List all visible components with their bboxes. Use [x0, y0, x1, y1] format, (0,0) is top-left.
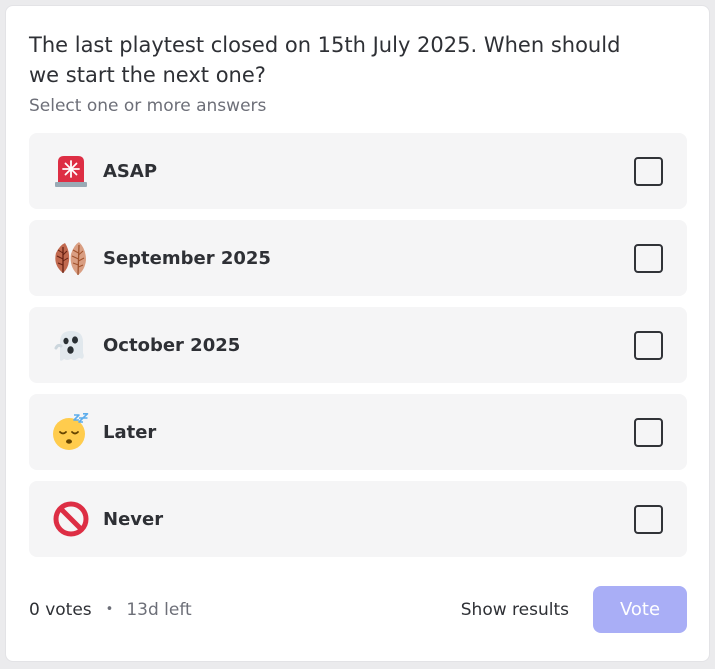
answer-checkbox[interactable]: [634, 418, 663, 447]
answer-october-2025[interactable]: October 2025: [29, 307, 687, 383]
answer-label: ASAP: [103, 160, 158, 182]
sleeping-face-icon: [52, 413, 90, 451]
separator-dot: •: [105, 602, 114, 617]
poll-answers: ASAP September 2025 October 2025 Later N…: [29, 133, 687, 568]
show-results-button[interactable]: Show results: [461, 600, 569, 620]
answer-later[interactable]: Later: [29, 394, 687, 470]
vote-button[interactable]: Vote: [593, 586, 687, 633]
time-left: 13d left: [126, 599, 192, 620]
answer-label: September 2025: [103, 247, 271, 269]
answer-september-2025[interactable]: September 2025: [29, 220, 687, 296]
answer-checkbox[interactable]: [634, 505, 663, 534]
vote-count: 0 votes: [29, 599, 92, 620]
answer-label: Never: [103, 508, 164, 530]
answer-asap[interactable]: ASAP: [29, 133, 687, 209]
answer-never[interactable]: Never: [29, 481, 687, 557]
poll-footer: 0 votes • 13d left Show results Vote: [29, 586, 687, 633]
police-siren-icon: [52, 152, 90, 190]
answer-checkbox[interactable]: [634, 244, 663, 273]
poll-subtitle: Select one or more answers: [29, 96, 267, 116]
poll-question: The last playtest closed on 15th July 20…: [29, 33, 621, 87]
prohibited-icon: [52, 500, 90, 538]
answer-label: October 2025: [103, 334, 241, 356]
fallen-leaves-icon: [52, 239, 90, 277]
poll-card: The last playtest closed on 15th July 20…: [5, 5, 710, 662]
answer-checkbox[interactable]: [634, 157, 663, 186]
answer-label: Later: [103, 421, 157, 443]
ghost-icon: [52, 326, 90, 364]
answer-checkbox[interactable]: [634, 331, 663, 360]
